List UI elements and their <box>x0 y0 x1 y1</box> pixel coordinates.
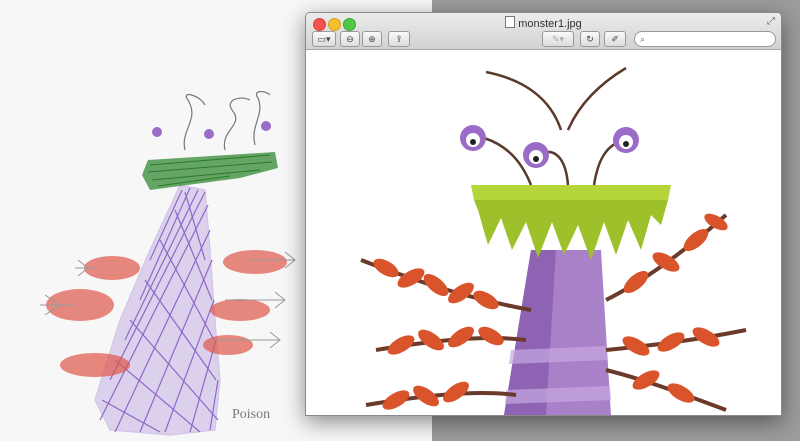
rotate-icon: ↻ <box>586 34 594 44</box>
image-viewer[interactable] <box>306 50 781 415</box>
zoom-out-icon: ⊖ <box>346 34 354 44</box>
drawing-caption: Poison <box>232 407 270 422</box>
edit-icon: ✐ <box>611 34 619 44</box>
window-title: monster1.jpg <box>306 16 781 30</box>
crayon-drawing: Poison <box>0 0 300 441</box>
zoom-in-button[interactable]: ⊕ <box>362 31 382 47</box>
markup-pen-button[interactable]: ✎▾ <box>542 31 574 47</box>
search-field[interactable]: ⌕ <box>634 31 776 47</box>
sidebar-icon: ▭▾ <box>317 34 331 44</box>
monster-image <box>360 66 747 415</box>
share-icon: ⇪ <box>395 34 403 44</box>
share-button[interactable]: ⇪ <box>388 31 410 47</box>
fullscreen-icon[interactable]: ⤢ <box>767 16 775 27</box>
preview-window: monster1.jpg ⤢ ▭▾ ⊖ ⊕ ⇪ ✎▾ ↻ ✐ ⌕ <box>305 12 782 416</box>
sidebar-button[interactable]: ▭▾ <box>312 31 336 47</box>
pen-icon: ✎▾ <box>551 34 565 44</box>
title-bar[interactable]: monster1.jpg ⤢ ▭▾ ⊖ ⊕ ⇪ ✎▾ ↻ ✐ ⌕ <box>306 13 781 50</box>
zoom-in-icon: ⊕ <box>368 34 376 44</box>
search-icon: ⌕ <box>640 34 646 44</box>
document-icon <box>505 16 516 28</box>
zoom-out-button[interactable]: ⊖ <box>340 31 360 47</box>
search-input[interactable] <box>651 32 769 45</box>
edit-button[interactable]: ✐ <box>604 31 626 47</box>
window-title-text: monster1.jpg <box>518 18 582 30</box>
rotate-button[interactable]: ↻ <box>580 31 600 47</box>
